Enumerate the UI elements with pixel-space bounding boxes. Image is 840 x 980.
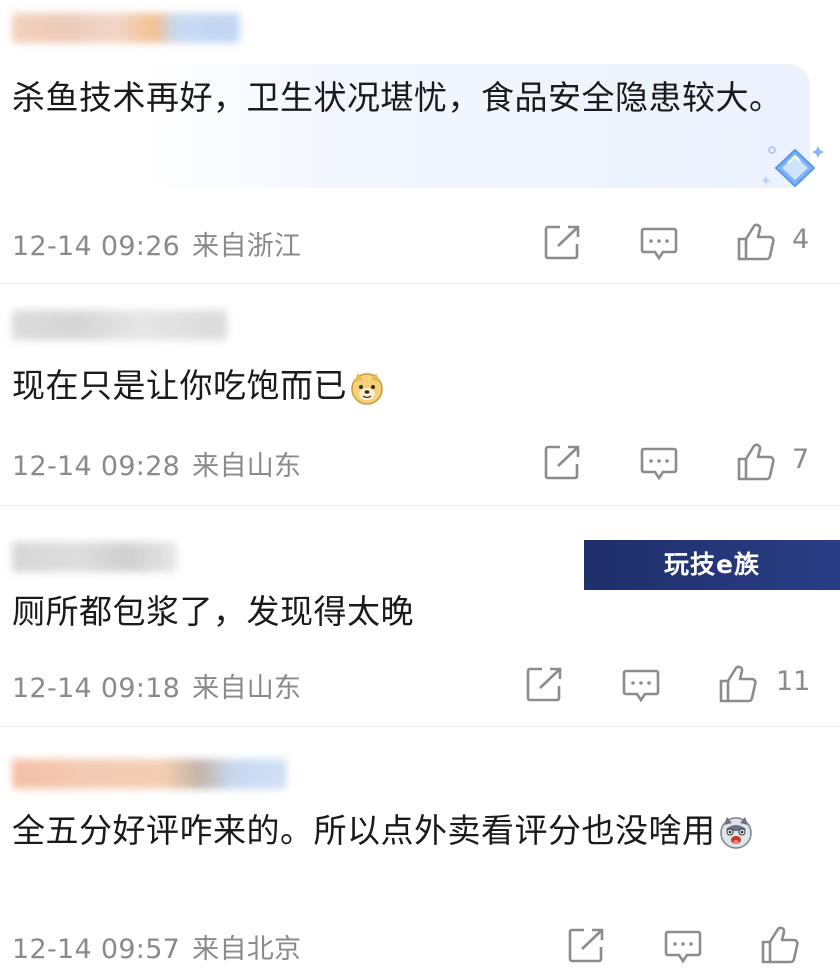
watermark-banner: 玩技e族 (584, 540, 840, 590)
comment-text: 现在只是让你吃饱而已 (12, 360, 800, 412)
username-blurred[interactable] (12, 13, 240, 43)
comment-location: 来自山东 (192, 673, 302, 704)
comment-text-content: 全五分好评咋来的。所以点外卖看评分也没啥用 (12, 811, 716, 850)
doge-emoji (351, 372, 383, 405)
comment-item: 全五分好评咋来的。所以点外卖看评分也没啥用 12-14 09:57 来自北京 (0, 727, 840, 980)
comment-icon[interactable] (664, 929, 702, 965)
comment-meta: 12-14 09:28 来自山东 (12, 444, 301, 483)
comment-item: 杀鱼技术再好，卫生状况堪忧，食品安全隐患较大。 12-14 09:26 来自浙江 … (0, 0, 840, 283)
username-blurred[interactable] (12, 542, 177, 572)
comment-text: 杀鱼技术再好，卫生状况堪忧，食品安全隐患较大。 (12, 78, 783, 117)
share-icon[interactable] (568, 927, 606, 963)
comment-meta: 12-14 09:26 来自浙江 (12, 224, 301, 263)
comment-location: 来自山东 (192, 451, 302, 482)
comment-text-content: 现在只是让你吃饱而已 (12, 366, 347, 405)
like-count: 11 (776, 666, 811, 697)
comment-meta: 12-14 09:18 来自山东 (12, 666, 301, 705)
comment-date: 12-14 09:28 (12, 451, 181, 482)
thumbs-up-icon[interactable] (718, 664, 758, 704)
comment-icon[interactable] (622, 668, 660, 704)
like-count: 7 (792, 444, 810, 475)
comment-date: 12-14 09:26 (12, 231, 181, 262)
like-count: 4 (792, 224, 810, 255)
comment-text: 厕所都包浆了，发现得太晚 (12, 592, 414, 631)
thumbs-up-icon[interactable] (736, 442, 776, 482)
comment-icon[interactable] (640, 226, 678, 262)
comment-date: 12-14 09:57 (12, 934, 181, 965)
username-blurred[interactable] (12, 759, 287, 789)
share-icon[interactable] (544, 224, 582, 260)
comment-meta: 12-14 09:57 来自北京 (12, 927, 301, 966)
comment-item: 现在只是让你吃饱而已 12-14 09:28 来自山东 7 (0, 284, 840, 505)
share-icon[interactable] (544, 444, 582, 480)
comment-location: 来自浙江 (192, 231, 302, 262)
comment-text: 全五分好评咋来的。所以点外卖看评分也没啥用 (12, 805, 800, 857)
diamond-badge-icon (761, 146, 824, 188)
thumbs-up-icon[interactable] (760, 925, 800, 965)
share-icon[interactable] (526, 666, 564, 702)
comment-location: 来自北京 (192, 934, 302, 965)
comment-icon[interactable] (640, 446, 678, 482)
thumbs-up-icon[interactable] (736, 222, 776, 262)
comment-item: 玩技e族 厕所都包浆了，发现得太晚 12-14 09:18 来自山东 11 (0, 506, 840, 726)
username-blurred[interactable] (12, 310, 227, 340)
husky-emoji (719, 816, 752, 849)
comment-date: 12-14 09:18 (12, 673, 181, 704)
